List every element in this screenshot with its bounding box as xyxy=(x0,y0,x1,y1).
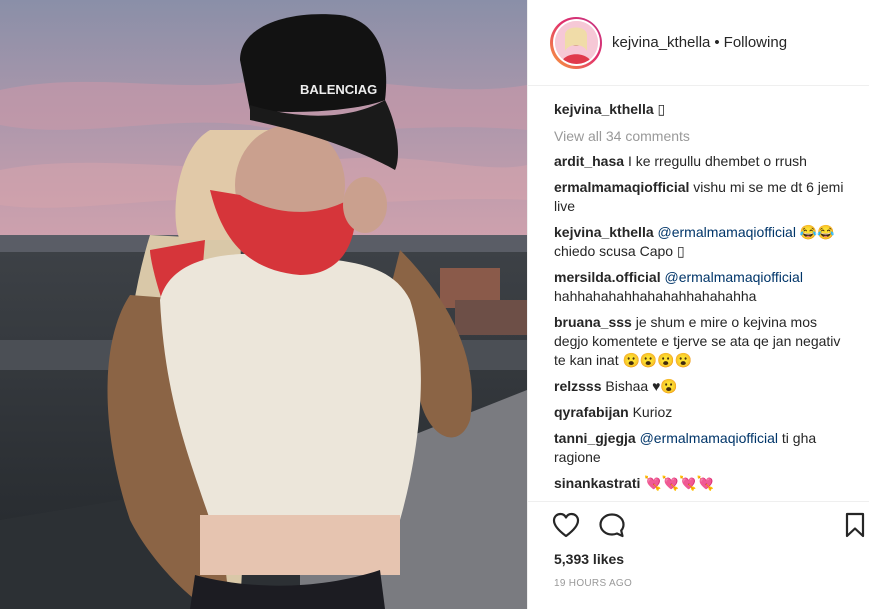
avatar-border xyxy=(552,19,600,66)
comment-mention[interactable]: @ermalmamaqiofficial xyxy=(664,269,802,285)
comment: kejvina_kthella @ermalmamaqiofficial 😂😂 … xyxy=(554,223,854,261)
comment-bubble-icon[interactable] xyxy=(598,512,626,541)
post-sidebar: kejvina_kthella • Following kejvina_kthell… xyxy=(527,0,881,609)
comment: ermalmamaqiofficial vishu mi se me dt 6 … xyxy=(554,178,854,216)
cap-logo-text: BALENCIAG xyxy=(300,82,377,97)
caption-username[interactable]: kejvina_kthella xyxy=(554,101,654,117)
comment: ardit_hasa I ke rregullu dhembet o rrush xyxy=(554,152,854,171)
comment: sinankastrati 💘💘💘💘 xyxy=(554,474,854,493)
header-text: kejvina_kthella • Following xyxy=(612,34,787,51)
post-header: kejvina_kthella • Following xyxy=(528,0,869,86)
comment-username[interactable]: relzsss xyxy=(554,378,601,394)
comment-text: 💘💘💘💘 xyxy=(644,475,714,491)
comment-username[interactable]: bruana_sss xyxy=(554,314,632,330)
comment-text: Kurioz xyxy=(632,404,673,420)
comment-username[interactable]: qyrafabijan xyxy=(554,404,629,420)
avatar[interactable] xyxy=(550,16,602,69)
comment-mention[interactable]: @ermalmamaqiofficial xyxy=(640,430,778,446)
comment-username[interactable]: ermalmamaqiofficial xyxy=(554,179,689,195)
comment-text: I ke rregullu dhembet o rrush xyxy=(627,153,807,169)
caption-text: ▯ xyxy=(657,101,666,117)
header-separator: • xyxy=(714,34,720,51)
comment: qyrafabijan Kurioz xyxy=(554,403,854,422)
comment: tanni_gjegja @ermalmamaqiofficial ti gha… xyxy=(554,429,854,467)
comment-username[interactable]: sinankastrati xyxy=(554,475,640,491)
action-bar xyxy=(552,512,867,542)
avatar-image xyxy=(554,21,598,64)
bookmark-icon[interactable] xyxy=(844,512,866,541)
comment-mention[interactable]: @ermalmamaqiofficial xyxy=(658,224,796,240)
comment-list: kejvina_kthella ▯ View all 34 comments a… xyxy=(554,100,854,500)
comment-username[interactable]: mersilda.official xyxy=(554,269,661,285)
comment-username[interactable]: tanni_gjegja xyxy=(554,430,636,446)
comment: relzsss Bishaa ♥😮 xyxy=(554,377,854,396)
post-photo[interactable]: BALENCIAG xyxy=(0,0,527,609)
divider xyxy=(528,501,869,502)
comment: bruana_sss je shum e mire o kejvina mos … xyxy=(554,313,854,370)
heart-icon[interactable] xyxy=(552,512,580,541)
likes-count[interactable]: 5,393 likes xyxy=(554,551,624,567)
post-timestamp[interactable]: 19 HOURS AGO xyxy=(554,578,632,589)
caption: kejvina_kthella ▯ xyxy=(554,100,854,119)
comment-text: Bishaa ♥😮 xyxy=(605,378,678,394)
comment-username[interactable]: ardit_hasa xyxy=(554,153,624,169)
header-username[interactable]: kejvina_kthella xyxy=(612,34,710,51)
comment-username[interactable]: kejvina_kthella xyxy=(554,224,654,240)
following-button[interactable]: Following xyxy=(724,34,787,51)
view-all-comments-link[interactable]: View all 34 comments xyxy=(554,128,854,144)
comment-text: hahhahahahhahahahhahahahha xyxy=(554,288,757,304)
post-photo-art: BALENCIAG xyxy=(0,0,527,609)
comment: mersilda.official @ermalmamaqiofficial h… xyxy=(554,268,854,306)
